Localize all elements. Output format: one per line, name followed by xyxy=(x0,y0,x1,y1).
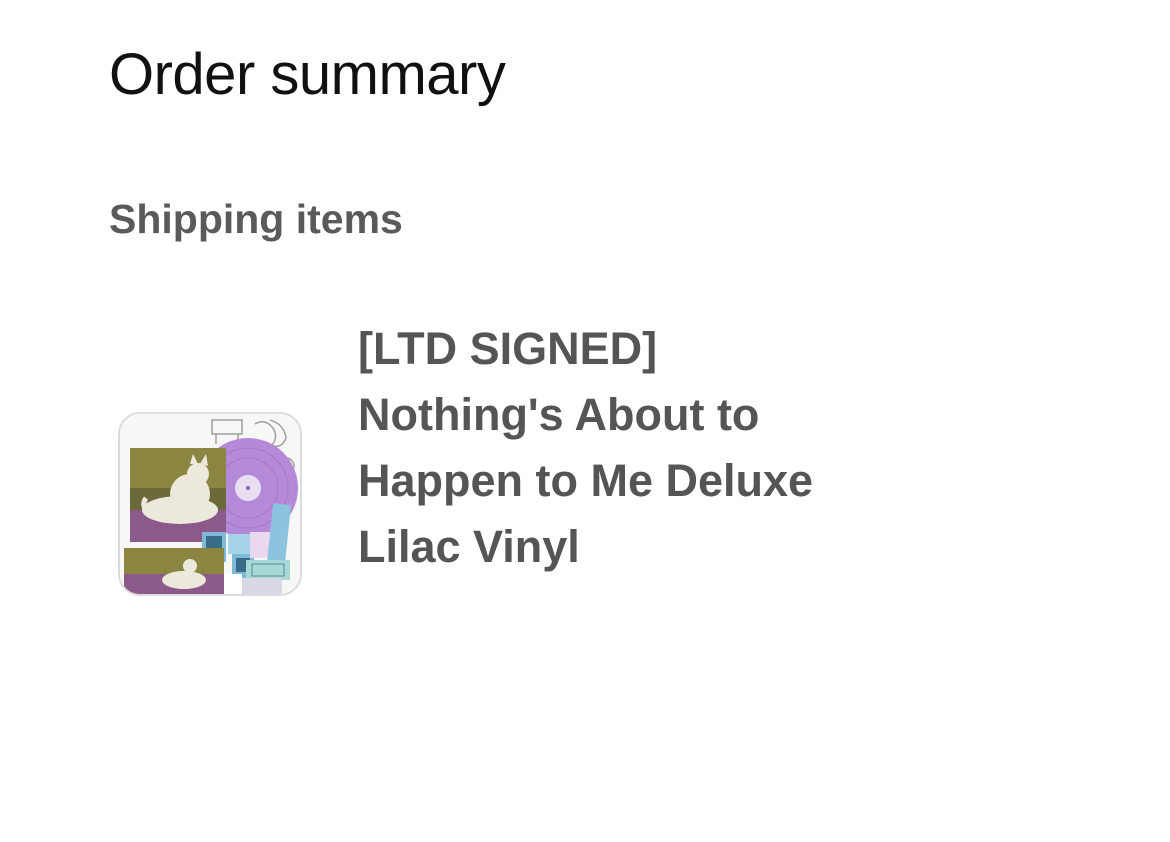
page-title: Order summary xyxy=(109,42,506,107)
item-price-obscured xyxy=(350,596,550,620)
item-thumbnail[interactable] xyxy=(118,412,302,596)
section-heading-shipping-items: Shipping items xyxy=(109,196,403,242)
item-title: [LTD SIGNED] Nothing's About to Happen t… xyxy=(358,323,814,572)
shipping-item[interactable]: [LTD SIGNED] Nothing's About to Happen t… xyxy=(0,310,1170,620)
album-cover-image xyxy=(120,414,300,594)
